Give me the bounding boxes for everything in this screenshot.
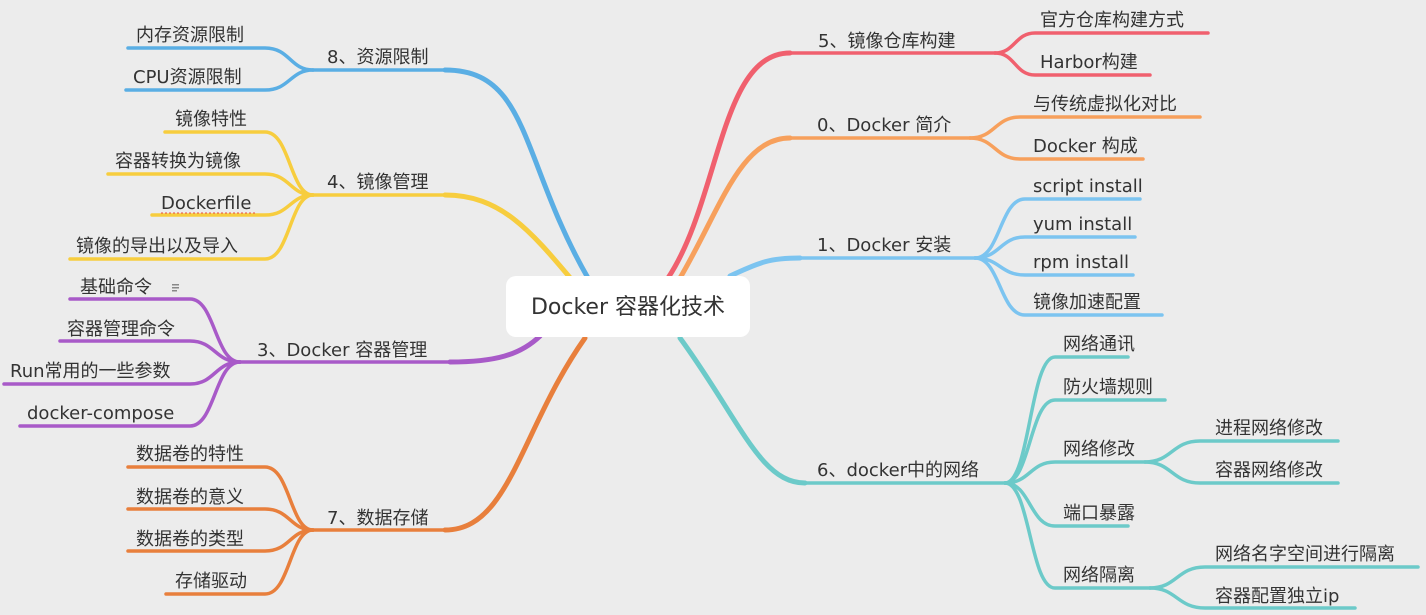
connector-root-b7 (442, 335, 588, 533)
connector-root-b8 (442, 67, 591, 281)
leaf-b1-0[interactable]: script install (1033, 176, 1143, 197)
connector-root-b3 (447, 333, 543, 365)
leaf-b4-0[interactable]: 镜像特性 (175, 109, 247, 130)
branch-label-b4[interactable]: 4、镜像管理 (327, 172, 428, 193)
branch-label-b8[interactable]: 8、资源限制 (327, 47, 428, 68)
leaf-b5-0[interactable]: 官方仓库构建方式 (1040, 10, 1184, 31)
leaf-b8-0[interactable]: 内存资源限制 (136, 25, 244, 46)
leaf-b7-2[interactable]: 数据卷的类型 (136, 529, 244, 550)
leaf-b6-isolate-0[interactable]: 网络名字空间进行隔离 (1215, 544, 1395, 565)
leaf-b5-1[interactable]: Harbor构建 (1040, 52, 1138, 73)
branch-data-storage[interactable]: 7、数据存储 数据卷的特性 数据卷的意义 数据卷的类型 存储驱动 (126, 335, 588, 596)
branch-label-b3[interactable]: 3、Docker 容器管理 (257, 340, 427, 361)
connector-b6-isolate-0 (1148, 565, 1420, 590)
leaf-b1-3[interactable]: 镜像加速配置 (1033, 292, 1141, 313)
leaf-b6-isolate-1[interactable]: 容器配置独立ip (1215, 586, 1339, 607)
leaf-b6-modify-0[interactable]: 进程网络修改 (1215, 418, 1323, 439)
branch-container-management[interactable]: 3、Docker 容器管理 基础命令 容器管理命令 Run常用的一些参数 doc… (2, 277, 543, 428)
root-label[interactable]: Docker 容器化技术 (531, 295, 725, 320)
branch-label-b7[interactable]: 7、数据存储 (327, 508, 428, 529)
branch-label-b6[interactable]: 6、docker中的网络 (817, 460, 979, 481)
connector-root-b1 (727, 255, 803, 279)
leaf-b3-0[interactable]: 基础命令 (80, 277, 152, 298)
leaf-b6-4[interactable]: 网络隔离 (1063, 565, 1135, 586)
leaf-b0-0[interactable]: 与传统虚拟化对比 (1033, 94, 1177, 115)
leaf-b3-2[interactable]: Run常用的一些参数 (10, 361, 171, 382)
leaf-b3-3[interactable]: docker-compose (27, 403, 174, 424)
branch-image-management[interactable]: 4、镜像管理 镜像特性 容器转换为镜像 Dockerfile 镜像的导出以及导入 (68, 109, 575, 283)
branch-docker-install[interactable]: 1、Docker 安装 script install yum install r… (727, 176, 1164, 317)
connector-b3-c1 (58, 339, 242, 364)
leaf-b1-1[interactable]: yum install (1033, 214, 1132, 235)
connector-b5-c0 (993, 31, 1210, 55)
branch-label-b5[interactable]: 5、镜像仓库构建 (818, 31, 955, 52)
leaf-b4-2[interactable]: Dockerfile (161, 193, 251, 214)
leaf-b7-3[interactable]: 存储驱动 (175, 571, 247, 592)
connector-root-b0 (677, 135, 793, 281)
connector-b7-c1 (126, 507, 315, 532)
leaf-b1-2[interactable]: rpm install (1033, 252, 1129, 273)
leaf-b7-1[interactable]: 数据卷的意义 (136, 487, 244, 508)
leaf-b4-3[interactable]: 镜像的导出以及导入 (76, 236, 238, 257)
mindmap-canvas: 5、镜像仓库构建 官方仓库构建方式 Harbor构建 0、Docker 简介 与… (2, 10, 1420, 610)
leaf-b6-modify-1[interactable]: 容器网络修改 (1215, 460, 1323, 481)
connector-root-b6 (677, 335, 808, 486)
branch-label-b1[interactable]: 1、Docker 安装 (817, 235, 951, 256)
connector-b6-modify-0 (1143, 439, 1340, 464)
leaf-b6-2[interactable]: 网络修改 (1063, 439, 1135, 460)
leaf-b0-1[interactable]: Docker 构成 (1033, 136, 1138, 157)
note-icon[interactable] (172, 284, 179, 292)
connector-root-b5 (665, 50, 793, 281)
leaf-b3-1[interactable]: 容器管理命令 (67, 319, 175, 340)
connector-b6-c2 (1003, 460, 1147, 485)
branch-docker-network[interactable]: 6、docker中的网络 网络通讯 防火墙规则 网络修改 端口暴露 网络隔离 进… (677, 334, 1420, 610)
leaf-b6-3[interactable]: 端口暴露 (1063, 503, 1135, 524)
leaf-b6-0[interactable]: 网络通讯 (1063, 334, 1135, 355)
connector-b4-c1 (106, 172, 315, 197)
leaf-b7-0[interactable]: 数据卷的特性 (136, 444, 244, 465)
connector-b0-c0 (968, 115, 1202, 140)
root-node[interactable]: Docker 容器化技术 (506, 276, 750, 337)
leaf-b4-1[interactable]: 容器转换为镜像 (115, 151, 241, 172)
leaf-b6-1[interactable]: 防火墙规则 (1063, 377, 1153, 398)
branch-label-b0[interactable]: 0、Docker 简介 (817, 115, 951, 136)
leaf-b8-1[interactable]: CPU资源限制 (133, 67, 242, 88)
